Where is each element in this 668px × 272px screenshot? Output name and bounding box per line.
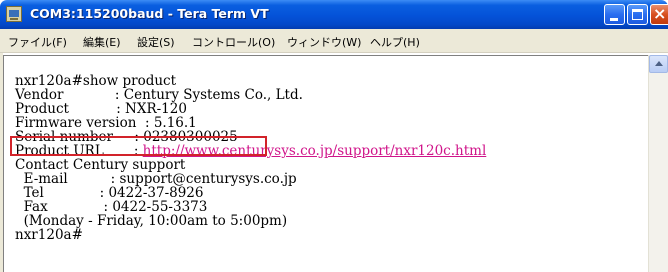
terminal-line: Vendor : Century Systems Co., Ltd. [15,87,303,103]
menu-setup[interactable]: 設定(S) [137,34,175,50]
scroll-up-arrow-icon[interactable] [649,55,668,73]
terminal-line: E-mail : support@centurysys.co.jp [15,171,297,187]
minimize-button[interactable] [604,4,625,25]
menu-window[interactable]: ウィンドウ(W) [287,34,361,50]
menu-control[interactable]: コントロール(O) [192,34,275,50]
window-title: COM3:115200baud - Tera Term VT [30,6,269,21]
menu-help[interactable]: ヘルプ(H) [370,34,420,50]
terminal-line: Firmware version : 5.16.1 [15,115,197,131]
terminal-line: nxr120a#show product [15,73,177,89]
title-bar[interactable]: COM3:115200baud - Tera Term VT × [0,0,668,29]
menu-file[interactable]: ファイル(F) [8,34,67,50]
terminal-line: Fax : 0422-55-3373 [15,199,208,215]
terminal-line: Contact Century support [15,157,186,173]
terminal-screen[interactable]: nxr120a#show product Vendor : Century Sy… [3,55,648,272]
terminal-line: (Monday - Friday, 10:00am to 5:00pm) [15,213,288,229]
terminal-line: Product : NXR-120 [15,101,187,117]
maximize-button[interactable] [627,4,648,25]
tera-term-icon[interactable] [6,6,22,22]
vertical-scrollbar[interactable] [648,55,668,272]
menu-bar: ファイル(F) 編集(E) 設定(S) コントロール(O) ウィンドウ(W) ヘ… [0,29,668,53]
close-icon: × [653,4,667,23]
terminal-prompt: nxr120a# [15,227,83,243]
terminal-line: Tel : 0422-37-8926 [15,185,204,201]
close-button[interactable]: × [650,4,668,25]
serial-number-highlight [10,136,267,156]
menu-edit[interactable]: 編集(E) [83,34,121,50]
